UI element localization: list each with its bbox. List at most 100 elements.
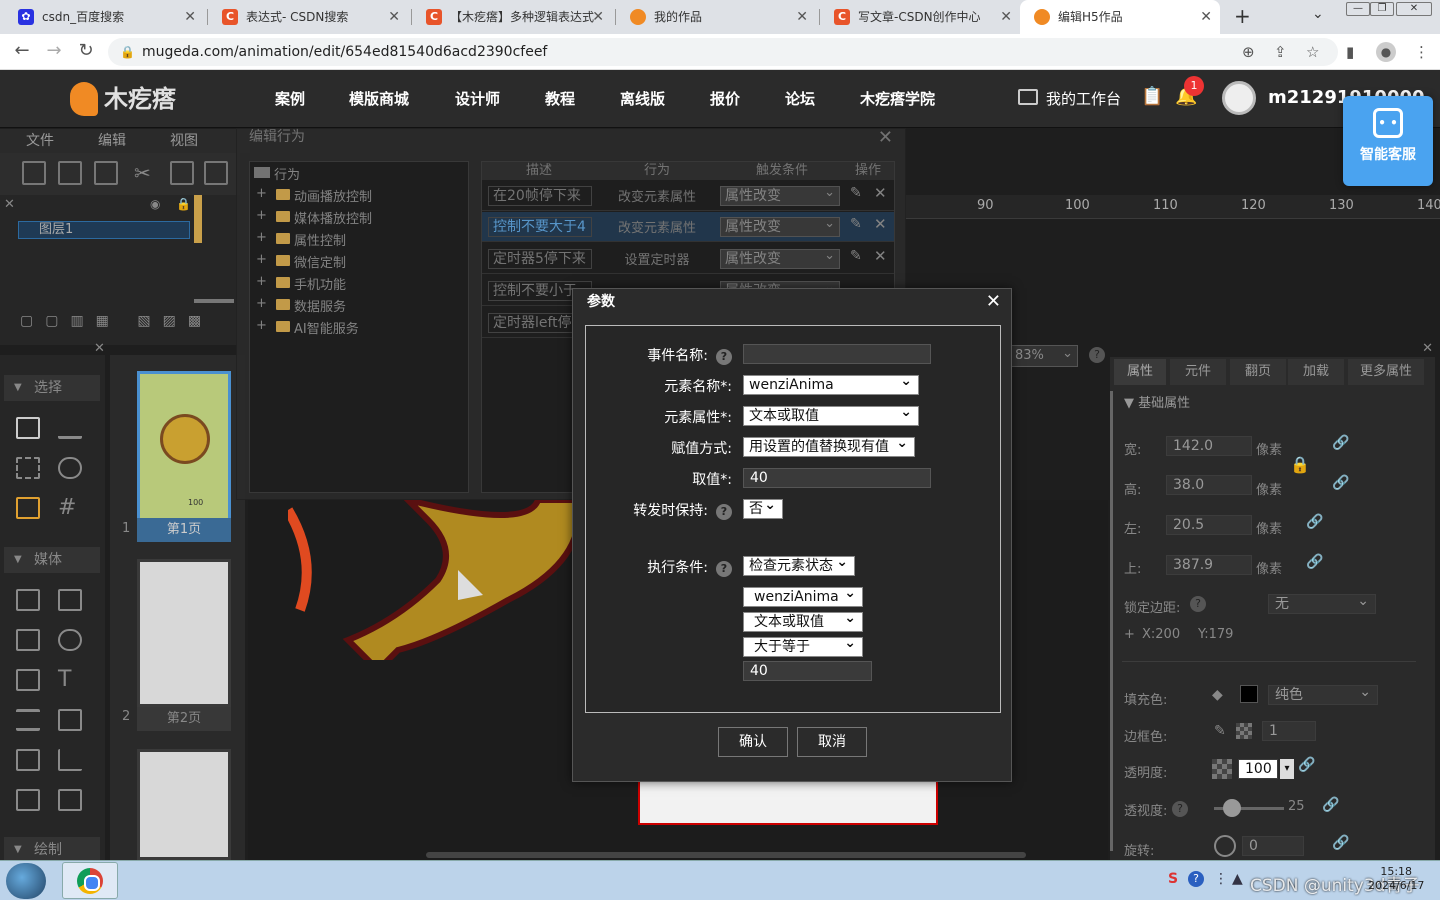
keep-on-forward-select[interactable]: 否 [743, 499, 783, 519]
condition-element-select[interactable]: wenziAnima [743, 587, 863, 607]
nav-cases[interactable]: 案例 [275, 70, 305, 128]
layer-tools[interactable]: ▢▢▥▦ ▧▨▩ [20, 313, 220, 333]
condition-prop-select[interactable]: 文本或取值 [743, 612, 863, 632]
back-icon[interactable]: ← [10, 40, 34, 61]
tree-item[interactable]: 手机功能 [254, 274, 346, 293]
browser-tab-csdn-write[interactable]: C 写文章-CSDN创作中心 ✕ [820, 0, 1020, 34]
transform-tool-icon[interactable] [16, 457, 40, 479]
paragraph-icon[interactable] [16, 709, 40, 731]
new-file-icon[interactable] [22, 161, 46, 185]
tab-more-properties[interactable]: 更多属性 [1348, 359, 1424, 385]
site-logo[interactable]: 木疙瘩 [70, 80, 176, 118]
plus-icon[interactable]: + [1124, 627, 1135, 642]
link-icon[interactable]: 🔗 [1306, 554, 1323, 570]
left-input[interactable]: 20.5 [1166, 515, 1252, 535]
paste-icon[interactable] [204, 161, 228, 185]
tab-loading[interactable]: 加载 [1288, 359, 1344, 385]
page-thumbnail-1[interactable]: 100 [137, 371, 231, 521]
share-icon[interactable]: ⇪ [1274, 43, 1287, 61]
page-label-2[interactable]: 第2页 [137, 707, 231, 731]
tree-item[interactable]: 属性控制 [254, 230, 346, 249]
close-icon[interactable]: ✕ [592, 0, 604, 34]
stroke-width-input[interactable]: 1 [1262, 721, 1316, 741]
help-icon[interactable]: ? [1172, 801, 1188, 817]
tree-root[interactable]: 行为 [254, 164, 300, 183]
save-icon[interactable] [94, 161, 118, 185]
browser-tab-edit-h5[interactable]: 编辑H5作品 ✕ [1020, 0, 1220, 34]
restore-icon[interactable]: ❐ [1370, 2, 1394, 16]
condition-operator-select[interactable]: 大于等于 [743, 637, 863, 657]
pointer-tool-icon[interactable] [16, 417, 40, 439]
chevron-down-icon[interactable]: ▾ [1280, 759, 1294, 779]
page-thumbnail-2[interactable] [137, 559, 231, 707]
nav-tutorials[interactable]: 教程 [545, 70, 575, 128]
sidebar-icon[interactable]: ▮ [1346, 43, 1354, 61]
cut-icon[interactable]: ✂ [134, 161, 158, 185]
image-icon[interactable] [16, 629, 40, 651]
close-icon[interactable]: ✕ [94, 341, 105, 356]
copy-icon[interactable] [170, 161, 194, 185]
width-input[interactable]: 142.0 [1166, 436, 1252, 456]
link-icon[interactable]: 🔗 [1332, 835, 1349, 851]
browser-tab-csdn-search[interactable]: C 表达式- CSDN搜索 ✕ [208, 0, 408, 34]
canvas-scrollbar[interactable] [426, 852, 1026, 858]
camera-icon[interactable] [58, 789, 82, 811]
tray-expand-icon[interactable]: ▲ [1232, 871, 1243, 887]
menu-file[interactable]: 文件 [26, 129, 54, 153]
stroke-color-swatch[interactable] [1236, 723, 1252, 739]
tree-item[interactable]: AI智能服务 [254, 318, 359, 337]
delete-icon[interactable]: ✕ [874, 184, 887, 202]
row-trigger-select[interactable]: 属性改变 [720, 184, 840, 206]
close-icon[interactable]: ✕ [388, 0, 400, 34]
audio-icon[interactable] [58, 629, 82, 651]
nav-pricing[interactable]: 报价 [710, 70, 740, 128]
rotate-dial-icon[interactable] [1214, 835, 1236, 857]
tab-page-turn[interactable]: 翻页 [1230, 359, 1286, 385]
help-icon[interactable]: ? [716, 561, 732, 577]
link-icon[interactable]: 🔗 [1298, 757, 1315, 773]
table-row[interactable]: 定时器5停下来 设置定时器 属性改变 ✎ ✕ [482, 244, 894, 274]
workbench-link[interactable]: 我的工作台 [1018, 70, 1121, 128]
link-icon[interactable]: 🔗 [1332, 475, 1349, 491]
element-name-select[interactable]: wenziAnima [743, 375, 919, 395]
slides-icon[interactable] [16, 789, 40, 811]
close-icon[interactable]: ✕ [986, 289, 1001, 315]
minimize-icon[interactable]: — [1346, 2, 1370, 16]
link-icon[interactable]: 🔗 [1332, 435, 1349, 451]
taskbar-clock[interactable]: 15:18 2024/6/17 [1368, 865, 1424, 893]
row-description[interactable]: 控制不要大于4 [488, 217, 592, 237]
nav-academy[interactable]: 木疙瘩学院 [860, 70, 935, 128]
link-icon[interactable]: 🔗 [1306, 514, 1323, 530]
menu-edit[interactable]: 编辑 [98, 129, 126, 153]
close-icon[interactable]: ✕ [1200, 0, 1212, 34]
bookmark-star-icon[interactable]: ☆ [1306, 43, 1319, 61]
close-icon[interactable]: ✕ [4, 197, 15, 212]
close-icon[interactable]: ✕ [796, 0, 808, 34]
clipboard-icon[interactable]: 📋 [1141, 86, 1163, 107]
panel-scrollbar[interactable] [1110, 391, 1113, 851]
node-tool-icon[interactable] [58, 417, 82, 439]
nav-offline[interactable]: 离线版 [620, 70, 665, 128]
tab-components[interactable]: 元件 [1170, 359, 1226, 385]
star-tool-icon[interactable] [16, 497, 40, 519]
keyframe-marker[interactable] [194, 195, 202, 243]
cancel-button[interactable]: 取消 [797, 727, 867, 757]
tree-item[interactable]: 动画播放控制 [254, 186, 372, 205]
height-input[interactable]: 38.0 [1166, 475, 1252, 495]
close-icon[interactable]: ✕ [1000, 0, 1012, 34]
row-description[interactable]: 在20帧停下来 [488, 186, 592, 206]
layer-row[interactable]: 图层1 [18, 221, 190, 239]
tab-list-icon[interactable]: ⌄ [1312, 6, 1324, 22]
tray-help-icon[interactable]: ? [1188, 871, 1204, 887]
open-folder-icon[interactable] [58, 161, 82, 185]
row-trigger-select[interactable]: 属性改变 [720, 247, 840, 269]
close-icon[interactable]: ✕ [878, 127, 893, 148]
browser-tab-mugeda-article[interactable]: C 【木疙瘩】多种逻辑表达式 ✕ [412, 0, 612, 34]
smart-service-button[interactable]: • • 智能客服 [1343, 96, 1433, 186]
edit-pencil-icon[interactable]: ✎ [850, 216, 862, 232]
chart-icon[interactable] [58, 749, 82, 771]
opacity-input[interactable]: 100 [1238, 759, 1278, 779]
close-icon[interactable]: ✕ [1422, 341, 1433, 356]
mosaic-icon[interactable] [16, 589, 40, 611]
value-input[interactable]: 40 [743, 468, 931, 488]
